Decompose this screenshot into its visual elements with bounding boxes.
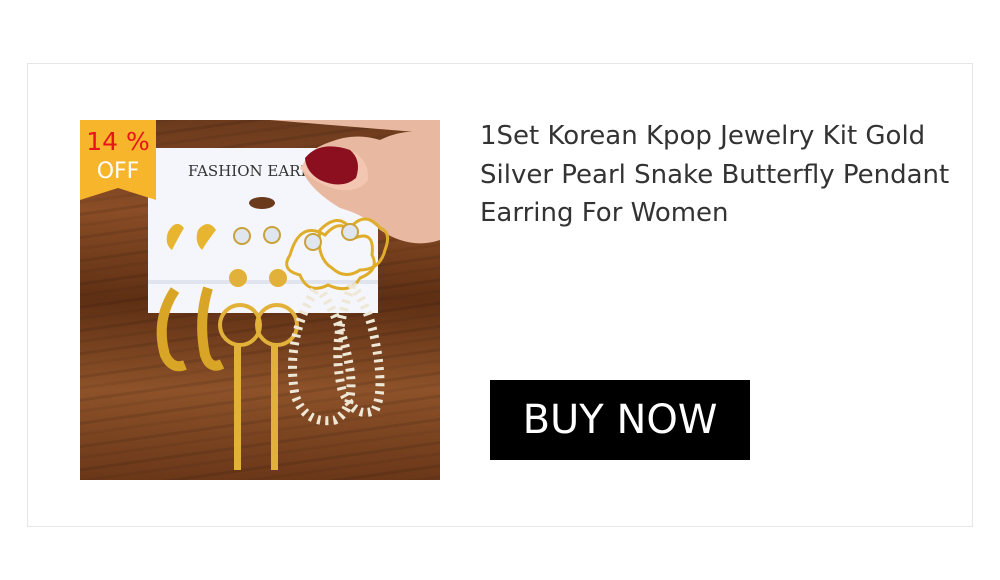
discount-badge: 14 % OFF: [80, 120, 156, 200]
hang-hole: [249, 197, 275, 209]
product-image[interactable]: FASHION EARRI 14 % OFF: [80, 120, 440, 480]
discount-percent: 14 %: [86, 127, 150, 156]
display-card-text: FASHION EARRI: [188, 162, 318, 180]
crystal-stud: [233, 227, 251, 245]
product-title[interactable]: 1Set Korean Kpop Jewelry Kit Gold Silver…: [480, 117, 950, 233]
discount-label: OFF: [96, 159, 140, 184]
buy-now-button[interactable]: BUY NOW: [490, 380, 750, 460]
